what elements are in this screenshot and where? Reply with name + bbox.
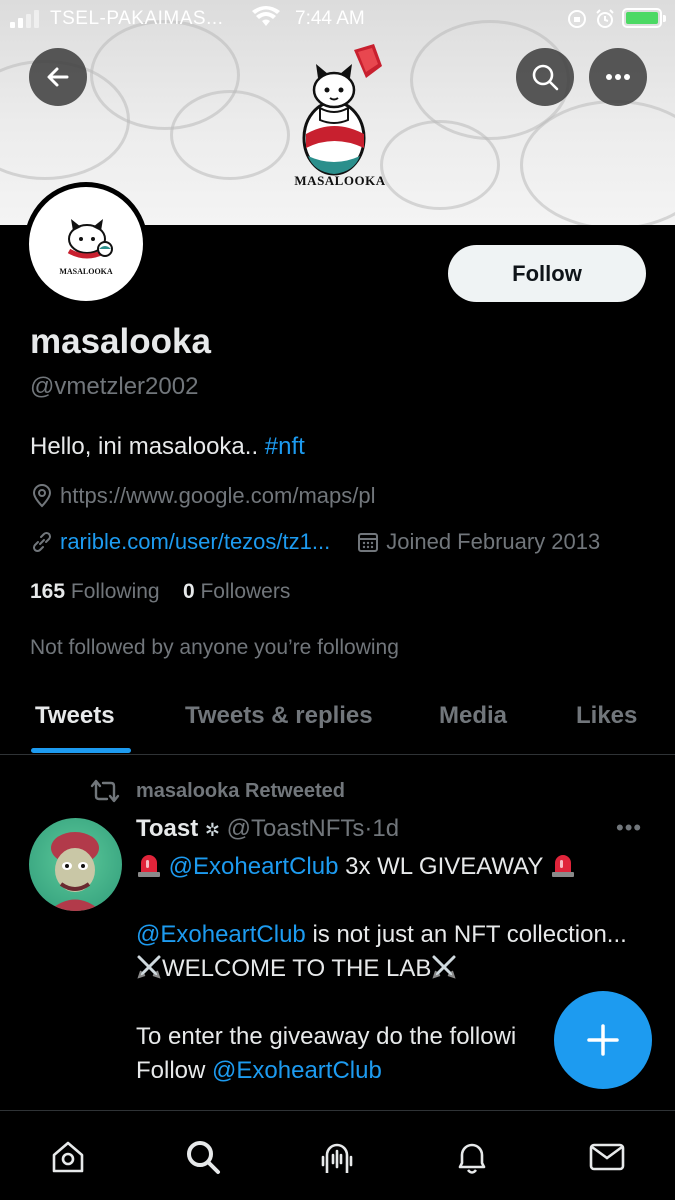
- crossed-swords-icon: [137, 955, 161, 979]
- clock-time: 7:44 AM: [295, 8, 365, 29]
- carrier-name: TSEL-PAKAIMAS...: [50, 8, 224, 29]
- followers-label: Followers: [200, 580, 291, 603]
- bio-text: Hello, ini masalooka..: [30, 433, 265, 460]
- following-label: Following: [70, 580, 160, 603]
- tweet-author-avatar[interactable]: [29, 818, 122, 911]
- siren-emoji-icon: [551, 855, 574, 877]
- retweet-context: masalooka Retweeted: [88, 778, 345, 804]
- retweet-label: masalooka Retweeted: [136, 779, 345, 802]
- location-pin-icon: [32, 484, 52, 508]
- tweet-mention[interactable]: @ExoheartClub: [169, 853, 339, 880]
- search-button[interactable]: [516, 48, 574, 106]
- spaces-icon: [321, 1143, 353, 1173]
- nav-messages[interactable]: [585, 1135, 629, 1179]
- messages-icon: [589, 1143, 625, 1171]
- tweet-line: @ExoheartClub 3x WL GIVEAWAY: [136, 850, 656, 884]
- tab-media[interactable]: Media: [439, 702, 507, 730]
- tweet-text-part: is not just an NFT collection...: [305, 921, 627, 948]
- tweet-more-button[interactable]: •••: [616, 815, 642, 841]
- avatar-logo-text: MASALOOKA: [59, 267, 113, 276]
- arrow-left-icon: [47, 67, 69, 87]
- banner-logo-text: MASALOOKA: [294, 173, 386, 188]
- profile-name: masalooka: [30, 322, 211, 361]
- banner-cloud: [170, 90, 290, 180]
- profile-website-row: rarible.com/user/tezos/tz1... Joined Feb…: [30, 529, 600, 555]
- followers-link[interactable]: 0 Followers: [183, 580, 290, 603]
- followers-count: 0: [182, 580, 195, 603]
- ape-avatar-image: [49, 832, 101, 911]
- tab-tweets-replies[interactable]: Tweets & replies: [185, 702, 373, 730]
- battery-icon: [622, 8, 666, 28]
- banner-cloud: [380, 120, 500, 210]
- follow-button[interactable]: Follow: [448, 245, 646, 302]
- joined-date: Joined February 2013: [386, 529, 601, 554]
- follow-stats: 165 Following 0 Followers: [30, 580, 290, 604]
- tab-likes[interactable]: Likes: [576, 702, 637, 730]
- active-tab-indicator: [31, 748, 131, 753]
- nav-search[interactable]: [181, 1135, 225, 1179]
- tweet-text-part: 3x WL GIVEAWAY: [338, 853, 550, 880]
- tweet-age: 1d: [372, 815, 400, 842]
- tweet-author-handle[interactable]: @ToastNFTs: [227, 815, 365, 842]
- more-horizontal-icon: [606, 74, 630, 80]
- avatar-cat-logo: [67, 219, 113, 259]
- alarm-icon: [596, 9, 614, 28]
- not-followed-note: Not followed by anyone you’re following: [30, 636, 399, 659]
- retweet-icon: [90, 779, 120, 803]
- nav-notifications[interactable]: [450, 1135, 494, 1179]
- tab-tweets[interactable]: Tweets: [35, 702, 115, 730]
- website-link[interactable]: rarible.com/user/tezos/tz1...: [60, 529, 330, 555]
- following-link[interactable]: 165 Following: [30, 580, 160, 603]
- location-text: https://www.google.com/maps/pl: [60, 483, 376, 508]
- nav-spaces[interactable]: [315, 1135, 359, 1179]
- status-bar: TSEL-PAKAIMAS... 7:44 AM: [0, 0, 675, 36]
- following-count: 165: [30, 580, 66, 603]
- search-icon: [532, 64, 559, 91]
- wifi-icon: [252, 6, 280, 26]
- back-button[interactable]: [29, 48, 87, 106]
- siren-emoji-icon: [138, 855, 160, 877]
- tweet-line: WELCOME TO THE LAB: [136, 952, 656, 986]
- bottom-navigation: [0, 1110, 675, 1200]
- tweet-mention[interactable]: @ExoheartClub: [136, 921, 306, 948]
- nav-home[interactable]: [46, 1135, 90, 1179]
- bio-hashtag-link[interactable]: #nft: [265, 433, 305, 460]
- cellular-signal-icon: [10, 10, 44, 28]
- tweet-text-part: WELCOME TO THE LAB: [162, 955, 432, 982]
- profile-handle: @vmetzler2002: [30, 373, 199, 400]
- tweet-text-part: Follow: [136, 1057, 213, 1084]
- profile-tabs: Tweets Tweets & replies Media Likes: [0, 680, 675, 755]
- tweet-header: Toast ✲ @ToastNFTs·1d: [136, 815, 399, 843]
- profile-location: https://www.google.com/maps/pl: [30, 483, 375, 509]
- search-icon: [187, 1141, 220, 1174]
- calendar-icon: [358, 533, 379, 552]
- more-options-button[interactable]: [589, 48, 647, 106]
- link-icon: [32, 531, 52, 553]
- tweet-author-name[interactable]: Toast: [136, 815, 198, 842]
- home-icon: [52, 1141, 84, 1173]
- notifications-icon: [458, 1143, 486, 1174]
- crossed-swords-icon: [432, 955, 456, 979]
- tweet-line: @ExoheartClub is not just an NFT collect…: [136, 918, 656, 952]
- plus-icon: [587, 1024, 619, 1056]
- tweet-mention[interactable]: @ExoheartClub: [212, 1057, 382, 1084]
- profile-bio: Hello, ini masalooka.. #nft: [30, 433, 305, 461]
- compose-tweet-button[interactable]: [554, 991, 652, 1089]
- rotation-lock-icon: [568, 10, 586, 28]
- profile-avatar[interactable]: MASALOOKA: [24, 182, 148, 306]
- verified-badge-icon: ✲: [204, 820, 220, 840]
